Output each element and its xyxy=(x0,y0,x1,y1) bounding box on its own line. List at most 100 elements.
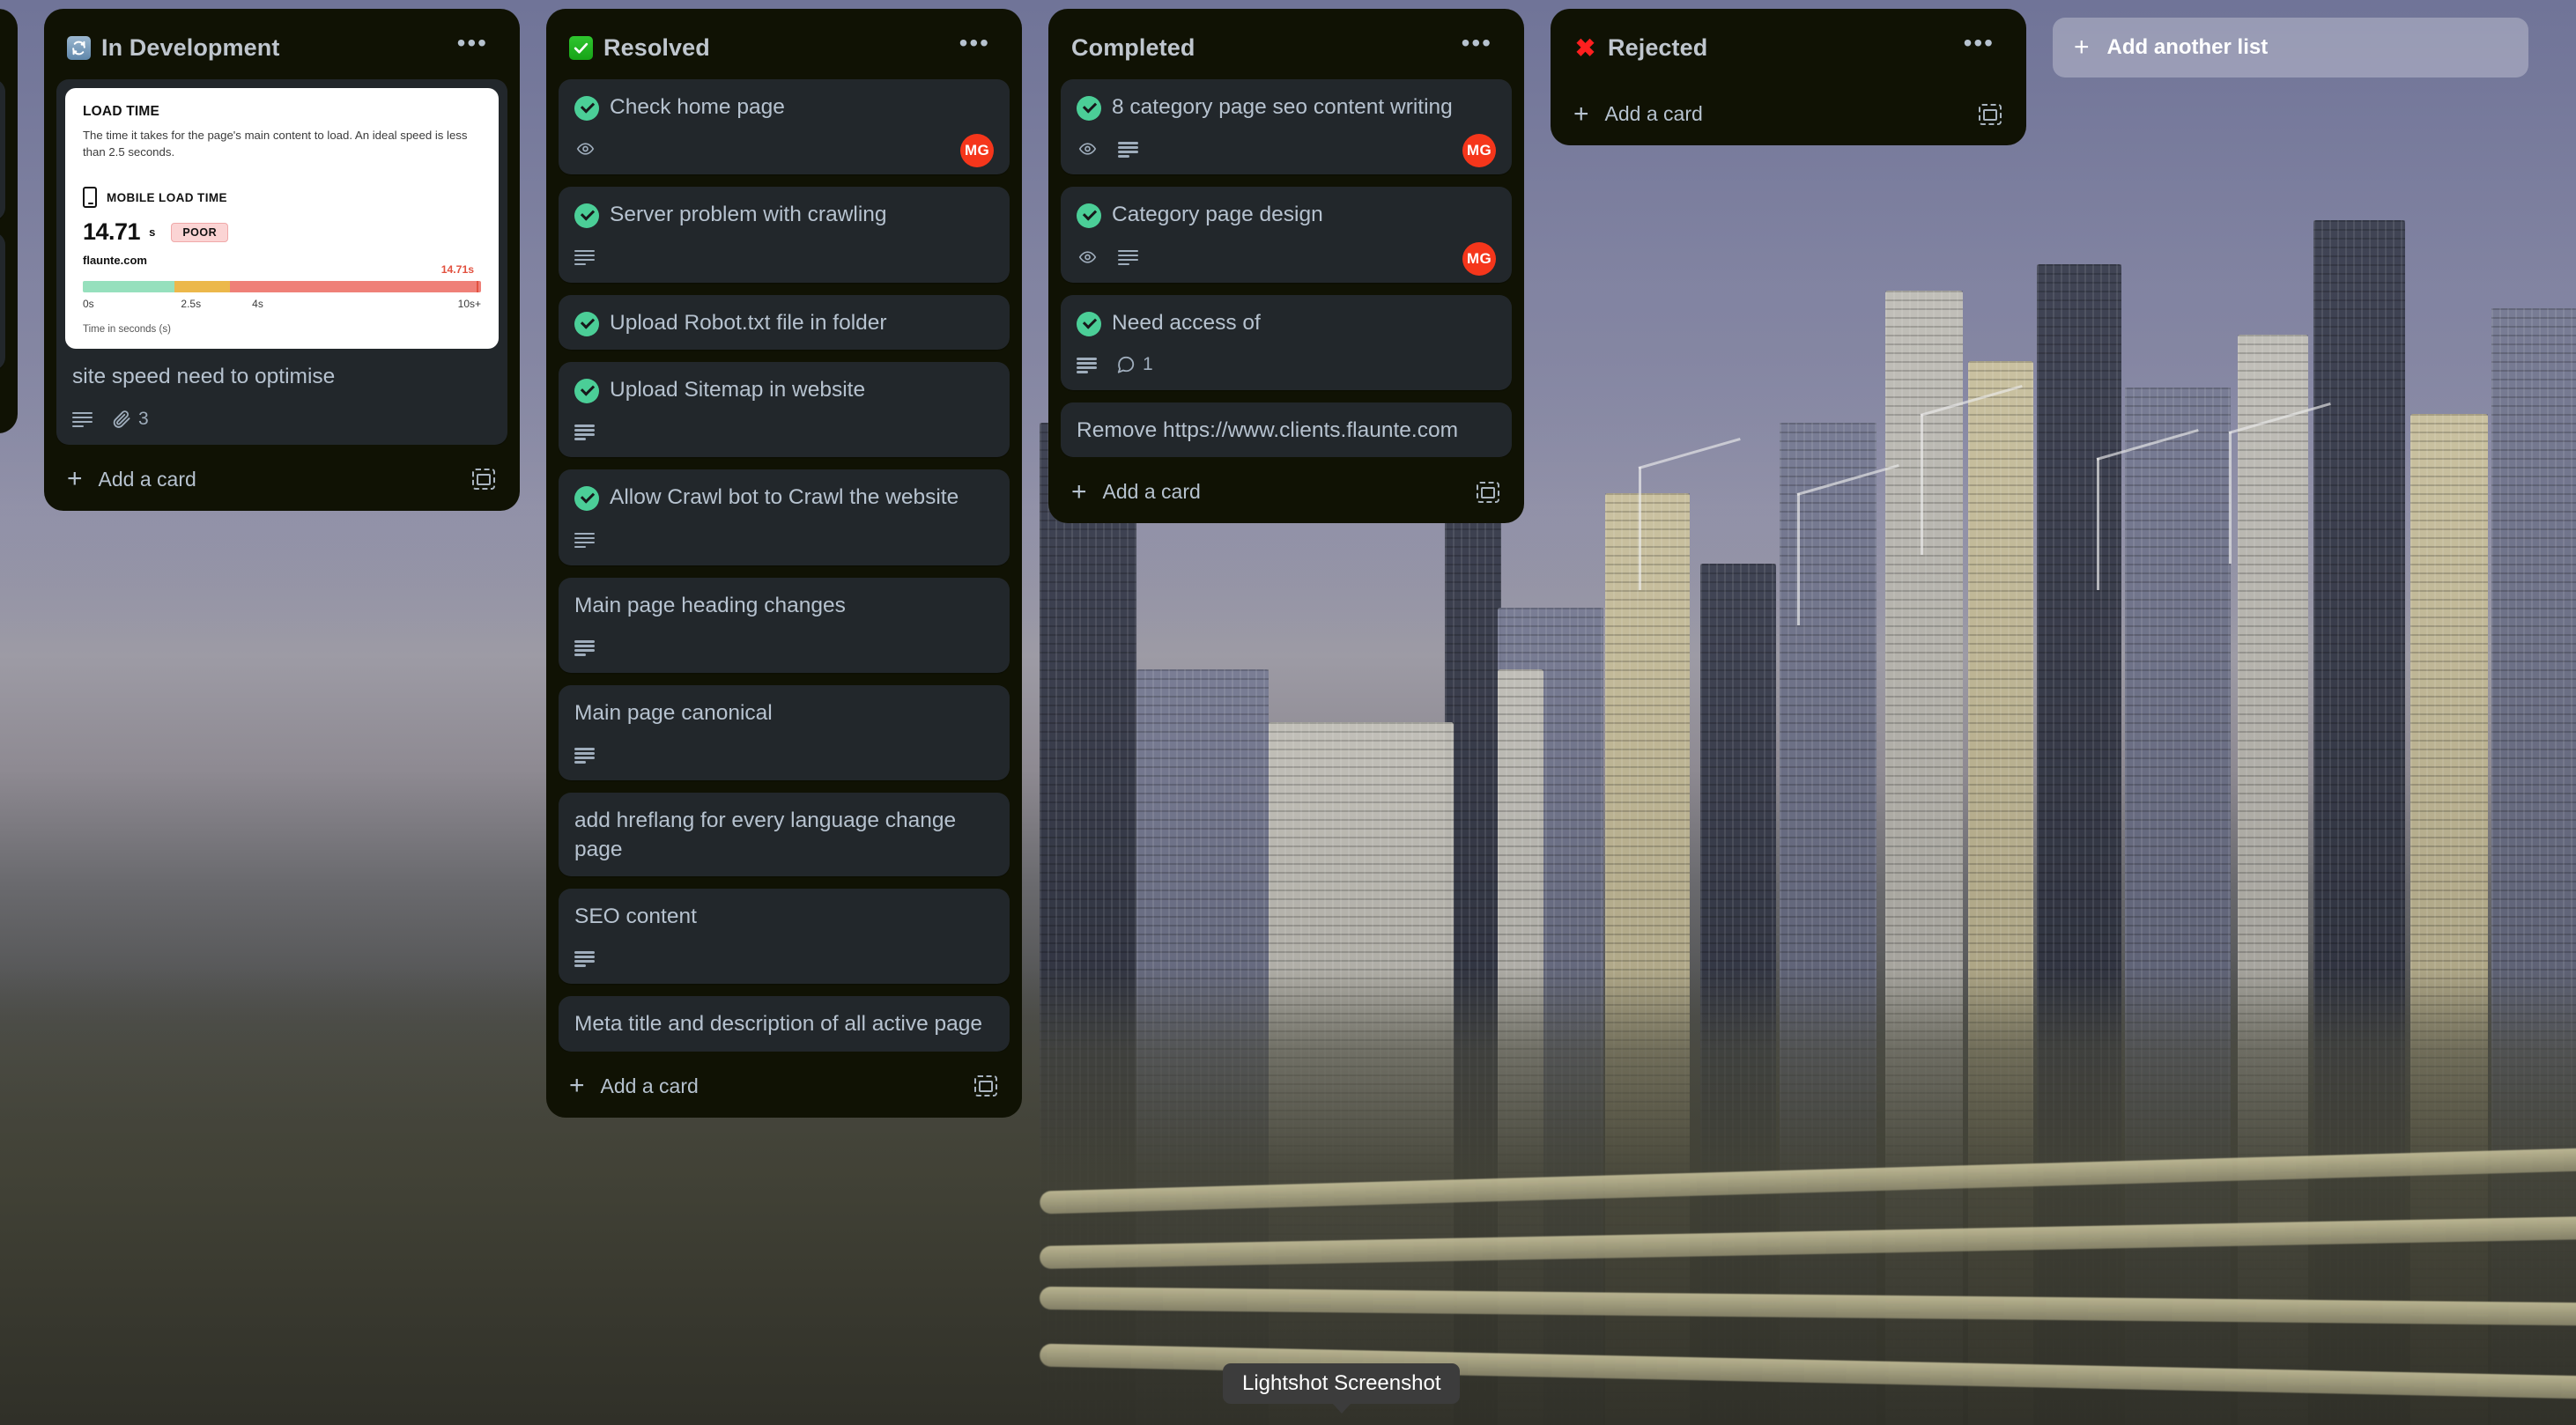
description-icon xyxy=(72,411,93,428)
list-menu-button[interactable]: ••• xyxy=(951,31,999,62)
description-icon xyxy=(1077,357,1097,373)
sync-emoji-icon xyxy=(67,35,91,60)
gauge-tick-labels: 0s 2.5s 4s 10s+ xyxy=(83,298,481,310)
add-another-list-label: Add another list xyxy=(2106,35,2269,59)
add-a-card-button[interactable]: + Add a card xyxy=(1563,90,2014,137)
gauge-tick: 0s xyxy=(83,298,94,311)
card[interactable]: MG xyxy=(0,79,5,220)
gauge-bar xyxy=(83,281,481,293)
list-resolved: Resolved ••• Check home page MG Server p… xyxy=(546,9,1022,1118)
card-template-icon[interactable] xyxy=(1979,103,2002,125)
list-menu-button[interactable]: ••• xyxy=(448,31,497,62)
card[interactable]: Category page design MG xyxy=(1061,187,1512,283)
gauge-tick: 10s+ xyxy=(457,298,481,311)
add-a-card-button[interactable]: + Add a card xyxy=(1061,468,1512,514)
plus-icon: + xyxy=(1573,99,1589,129)
card-badges xyxy=(574,527,994,553)
card[interactable]: Remove https://www.clients.flaunte.com xyxy=(1061,402,1512,458)
complete-check-icon xyxy=(574,96,599,121)
cover-unit: s xyxy=(149,225,156,240)
add-a-card-label: Add a card xyxy=(1102,480,1201,504)
card-badges xyxy=(574,742,994,768)
card-title: Meta title and description of all active… xyxy=(574,1012,983,1037)
card-badges: 1 xyxy=(1077,351,1496,378)
list-menu-button[interactable]: ••• xyxy=(1453,31,1501,62)
attachment-count: 3 xyxy=(138,408,149,429)
card[interactable]: Meta title and description of all active… xyxy=(559,996,1010,1052)
description-icon xyxy=(574,951,595,967)
watch-eye-icon xyxy=(574,140,596,158)
description-icon xyxy=(1118,142,1138,158)
plus-icon: + xyxy=(67,464,83,494)
avatar[interactable]: MG xyxy=(1462,134,1496,168)
plus-icon: + xyxy=(569,1071,585,1101)
cover-metric-row: MOBILE LOAD TIME xyxy=(83,187,481,209)
paperclip-icon xyxy=(113,410,130,428)
gauge-segment-good xyxy=(83,281,174,293)
card[interactable] xyxy=(0,233,5,370)
add-a-card-button[interactable]: + Add a card xyxy=(559,1062,1010,1109)
card-badges: MG xyxy=(1077,134,1496,168)
list-title[interactable]: Completed xyxy=(1071,34,1195,62)
card[interactable]: Upload Robot.txt file in folder xyxy=(559,294,1010,350)
card-template-icon[interactable] xyxy=(974,1075,997,1097)
card-template-icon[interactable] xyxy=(1477,481,1499,503)
load-time-gauge: 14.71s 0s 2.5s 4s 10s+ xyxy=(83,263,481,310)
add-a-card-button[interactable]: + Add a card xyxy=(56,455,507,502)
complete-check-icon xyxy=(574,486,599,512)
card[interactable]: Allow Crawl bot to Crawl the website xyxy=(559,469,1010,565)
list-title-text: Completed xyxy=(1071,33,1195,61)
description-icon xyxy=(574,532,595,549)
complete-check-icon xyxy=(1077,96,1101,121)
gauge-marker xyxy=(476,281,478,293)
card-title-row: Check home page xyxy=(574,93,994,122)
card-title-row: Category page design xyxy=(1077,201,1496,229)
card[interactable]: Main page canonical xyxy=(559,684,1010,781)
complete-check-icon xyxy=(574,311,599,336)
card-title: Need access of xyxy=(1112,310,1261,335)
avatar[interactable]: MG xyxy=(1462,241,1496,276)
list-title-text: In Development xyxy=(101,33,280,61)
card-list: MG xyxy=(0,79,5,370)
card-site-speed[interactable]: LOAD TIME The time it takes for the page… xyxy=(56,79,507,445)
card[interactable]: SEO content xyxy=(559,888,1010,985)
list-title[interactable]: In Development xyxy=(67,34,279,62)
list-in-development: In Development ••• LOAD TIME The time it… xyxy=(44,9,520,511)
description-icon xyxy=(574,748,595,764)
cover-heading: LOAD TIME xyxy=(83,104,160,119)
card[interactable]: add hreflang for every language change p… xyxy=(559,793,1010,876)
list-title[interactable]: Resolved xyxy=(569,34,710,62)
card-list: Check home page MG Server problem with c… xyxy=(559,79,1010,1052)
list-menu-button[interactable]: ••• xyxy=(1955,31,2003,62)
card-title: Server problem with crawling xyxy=(610,203,887,227)
card-title: Remove https://www.clients.flaunte.com xyxy=(1077,417,1459,442)
description-icon xyxy=(574,639,595,656)
add-a-card-label: Add a card xyxy=(98,467,196,491)
card-title: 8 category page seo content writing xyxy=(1112,95,1453,119)
check-mark-emoji-icon xyxy=(569,35,593,60)
description-icon xyxy=(574,425,595,440)
list-partial-left: ••• MG + xyxy=(0,9,18,433)
gauge-segment-poor xyxy=(230,281,481,293)
list-header: Resolved ••• xyxy=(559,21,1010,79)
avatar[interactable]: MG xyxy=(960,134,994,168)
add-a-card-button[interactable]: + xyxy=(0,380,5,425)
add-another-list-button[interactable]: + Add another list xyxy=(2053,18,2528,78)
card-badges: MG xyxy=(1077,241,1496,276)
card[interactable]: Main page heading changes xyxy=(559,577,1010,673)
card-template-icon[interactable] xyxy=(472,469,495,491)
list-title[interactable]: ✖ Rejected xyxy=(1573,34,1708,62)
gauge-marker-label: 14.71s xyxy=(440,263,474,277)
description-icon xyxy=(574,249,595,266)
card[interactable]: 8 category page seo content writing MG xyxy=(1061,79,1512,175)
card[interactable]: Need access of 1 xyxy=(1061,294,1512,390)
cover-metric-label: MOBILE LOAD TIME xyxy=(107,190,227,204)
card-title: Upload Robot.txt file in folder xyxy=(610,310,887,335)
card[interactable]: Server problem with crawling xyxy=(559,187,1010,283)
card-cover-load-time-report: LOAD TIME The time it takes for the page… xyxy=(65,88,499,350)
plus-icon: + xyxy=(1071,476,1087,506)
card[interactable]: Check home page MG xyxy=(559,79,1010,175)
card-title-row: Upload Sitemap in website xyxy=(574,376,994,404)
cover-rating-badge: POOR xyxy=(171,222,229,242)
card[interactable]: Upload Sitemap in website xyxy=(559,361,1010,458)
